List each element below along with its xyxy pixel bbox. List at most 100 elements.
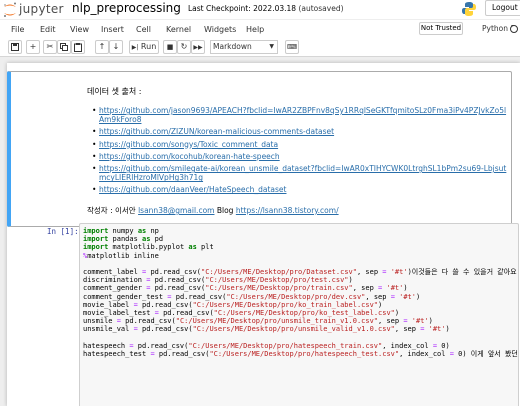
code-token: )이것들은 다 쓸 수 있을거 같아요 [407,267,517,276]
code-token: '#t' [411,317,429,326]
blog-link[interactable]: https://lsann38.tistory.com/ [236,206,339,215]
save-button[interactable] [8,40,22,54]
code-token: pd.read_csv( [150,284,206,293]
notebook-header: jupyter nlp_preprocessing Last Checkpoin… [0,0,520,19]
code-token: ) [428,317,433,326]
code-token: pd.read_csv( [137,325,193,334]
code-line: unsmile = pd.read_csv("C:/Users/ME/Deskt… [83,317,518,326]
dataset-link[interactable]: https://github.com/daanVeer/HateSpeech_d… [99,185,286,194]
copy-icon [60,43,68,51]
list-item: https://github.com/smilegate-ai/korean_u… [92,164,509,182]
copy-button[interactable] [57,40,71,54]
code-line: hatespeech = pd.read_csv("C:/Users/ME/De… [83,341,518,350]
code-token: plt [196,243,214,252]
menu-view[interactable]: View [70,25,89,34]
menu-kernel[interactable]: Kernel [166,25,191,34]
code-token: "C:/Users/ME/Desktop/pro/unsmile_train_v… [175,317,379,326]
code-token: "C:/Users/ME/Desktop/pro/test.csv" [205,276,349,285]
cell-type-value: Markdown [213,42,252,51]
paste-icon [74,43,82,52]
list-item: https://github.com/jason9693/APEACH?fbcl… [92,106,509,124]
code-token: , sep [356,267,383,276]
notebook-title[interactable]: nlp_preprocessing [72,1,181,15]
restart-kernel-button[interactable]: ↻ [177,40,191,54]
kernel-idle-indicator [510,25,518,33]
code-token: pd.read_csv( [171,292,227,301]
code-line: movie_label_test = pd.read_csv("C:/Users… [83,308,518,317]
fast-forward-icon: ▶▶ [193,44,203,51]
code-token: , index_col [399,349,450,358]
code-line: hatespeech_test = pd.read_csv("C:/Users/… [83,349,518,358]
code-token: pd [150,235,164,244]
menu-file[interactable]: File [11,25,24,34]
run-button[interactable]: ▶| Run [129,40,159,54]
dataset-source-list: https://github.com/jason9693/APEACH?fbcl… [92,106,509,198]
code-token: , index_col [382,341,433,350]
author-line: 작성자 : 이서안 lsann38@gmail.com Blog https:/… [87,205,339,216]
code-token: ) [378,300,383,309]
code-line: discrimination = pd.read_csv("C:/Users/M… [83,276,518,285]
cut-button[interactable]: ✂ [43,40,57,54]
plus-icon: + [29,42,37,51]
dataset-link[interactable]: https://github.com/kocohub/korean-hate-s… [99,152,280,161]
checkpoint-status: Last Checkpoint: 2022.03.18 (autosaved) [188,4,344,13]
list-item: https://github.com/ZIZUN/korean-maliciou… [92,127,509,136]
code-editor[interactable]: import numpy as np import pandas as pd imp… [79,223,519,406]
input-prompt: In [1]: [47,227,79,236]
menu-widgets[interactable]: Widgets [204,25,236,34]
paste-button[interactable] [71,40,85,54]
cell-type-select[interactable]: Markdown ▼ [210,40,278,54]
arrow-up-icon: ↑ [98,42,106,51]
code-token: , sep [352,284,379,293]
dataset-link[interactable]: https://github.com/jason9693/APEACH?fbcl… [99,106,506,124]
list-item: https://github.com/kocohub/korean-hate-s… [92,152,509,161]
move-down-button[interactable]: ↓ [109,40,123,54]
code-line: comment_gender_test = pd.read_csv("C:/Us… [83,292,518,301]
restart-icon: ↻ [180,42,188,51]
code-token: as [137,227,147,235]
code-token: comment_gender_test [83,292,168,301]
dataset-link[interactable]: https://github.com/smilegate-ai/korean_u… [99,164,506,182]
markdown-cell[interactable]: 데이터 셋 출처 : https://github.com/jason9693/… [7,71,512,227]
code-token: pd.read_csv( [150,276,206,285]
code-line: comment_gender = pd.read_csv("C:/Users/M… [83,284,518,293]
code-token: pd.read_csv( [133,341,189,350]
code-token: hatespeech_test [83,349,151,358]
restart-run-all-button[interactable]: ▶▶ [191,40,205,54]
code-token: "C:/Users/ME/Desktop/pro/ko_train_label.… [192,300,379,309]
jupyter-logo-text: jupyter [19,2,64,16]
chevron-down-icon: ▼ [269,43,274,50]
author-email-link[interactable]: lsann38@gmail.com [138,206,214,215]
move-up-button[interactable]: ↑ [95,40,109,54]
autosave-status: (autosaved) [298,4,344,13]
code-token: import [83,227,109,235]
code-token: pd.read_csv( [154,349,210,358]
code-token: , sep [394,325,421,334]
menu-help[interactable]: Help [246,25,264,34]
not-trusted-button[interactable]: Not Trusted [419,22,463,35]
notebook-container: 데이터 셋 출처 : https://github.com/jason9693/… [7,63,520,406]
code-token: comment_gender [83,284,147,293]
command-palette-button[interactable]: ⌨ [285,40,299,54]
dataset-link[interactable]: https://github.com/ZIZUN/korean-maliciou… [99,127,334,136]
code-token: movie_label [83,300,134,309]
interrupt-kernel-button[interactable]: ■ [163,40,177,54]
code-token: pd.read_csv( [146,267,202,276]
dataset-link[interactable]: https://github.com/songys/Toxic_comment_… [99,140,278,149]
code-token: movie_label_test [83,308,155,317]
code-token: ) [394,308,400,317]
code-line: movie_label = pd.read_csv("C:/Users/ME/D… [83,300,518,309]
code-token: pd.read_csv( [120,317,176,326]
menu-insert[interactable]: Insert [101,25,124,34]
menu-cell[interactable]: Cell [136,25,151,34]
insert-cell-button[interactable]: + [26,40,40,54]
scissors-icon: ✂ [46,42,54,51]
code-line: import pandas as pd [83,235,518,244]
code-cell[interactable]: In [1]: import numpy as np import pandas … [7,217,519,406]
menu-edit[interactable]: Edit [40,25,56,34]
md-heading: 데이터 셋 출처 : [87,87,142,96]
logout-button[interactable]: Logout [485,0,520,16]
code-text: import numpy as np import pandas as pd imp… [83,227,518,358]
code-token: unsmile_val [83,325,134,334]
